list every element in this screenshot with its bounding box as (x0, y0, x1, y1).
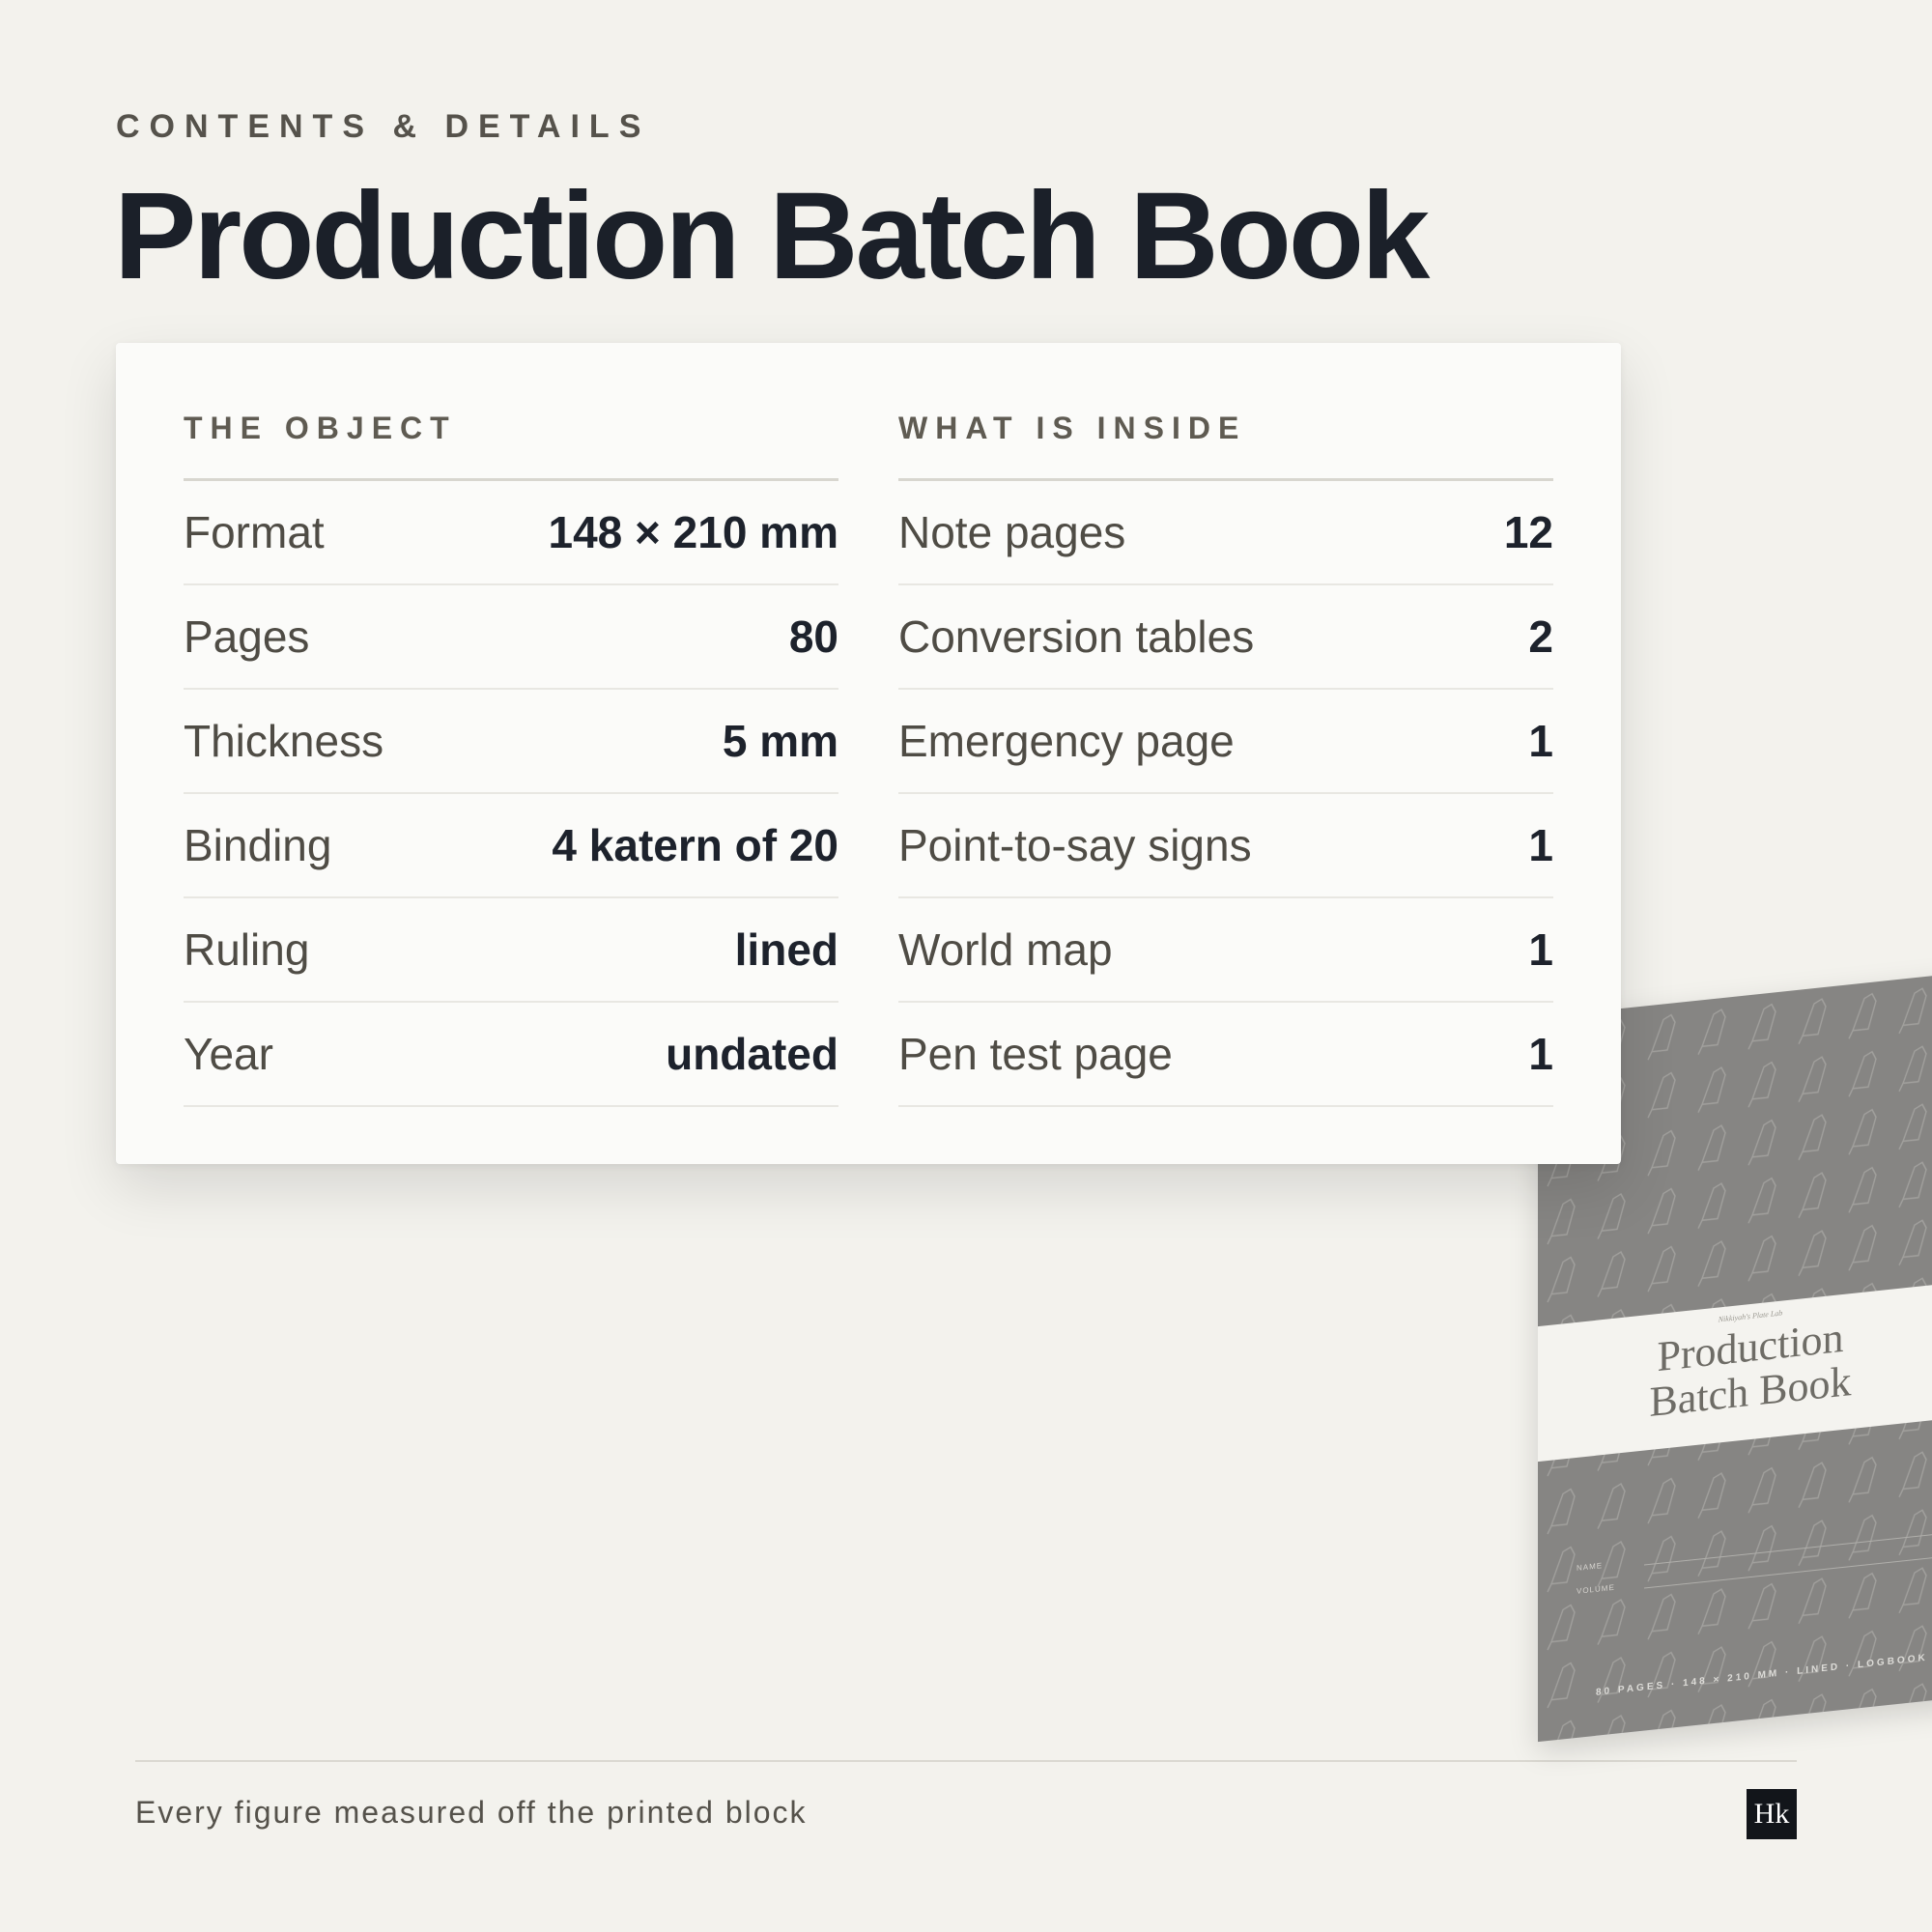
spec-label: Binding (184, 820, 332, 870)
spec-row: Ruling lined (184, 898, 838, 1003)
page-eyebrow: CONTENTS & DETAILS (116, 108, 651, 145)
spec-row: Thickness 5 mm (184, 690, 838, 794)
footer-divider (135, 1760, 1797, 1762)
spec-value: lined (734, 924, 838, 975)
content-label: Note pages (898, 507, 1126, 557)
spec-row: Year undated (184, 1003, 838, 1107)
spec-label: Ruling (184, 924, 310, 975)
inside-heading: WHAT IS INSIDE (898, 411, 1553, 481)
brand-logo: Hk (1747, 1789, 1797, 1839)
spec-label: Pages (184, 611, 310, 662)
spec-value: 4 katern of 20 (552, 820, 838, 870)
content-row: World map 1 (898, 898, 1553, 1003)
content-row: Pen test page 1 (898, 1003, 1553, 1107)
content-row: Conversion tables 2 (898, 585, 1553, 690)
content-count: 2 (1528, 611, 1553, 662)
content-count: 1 (1528, 716, 1553, 766)
details-card: THE OBJECT Format 148 × 210 mm Pages 80 … (116, 343, 1621, 1164)
content-label: Pen test page (898, 1029, 1173, 1079)
spec-value: 148 × 210 mm (548, 507, 838, 557)
content-count: 1 (1528, 1029, 1553, 1079)
content-label: Conversion tables (898, 611, 1255, 662)
content-row: Emergency page 1 (898, 690, 1553, 794)
spec-value: 80 (788, 611, 838, 662)
object-column: THE OBJECT Format 148 × 210 mm Pages 80 … (184, 411, 838, 1107)
content-label: Point-to-say signs (898, 820, 1252, 870)
content-label: World map (898, 924, 1113, 975)
cover-title: Production Batch Book (1538, 1303, 1932, 1436)
page-title: Production Batch Book (114, 167, 1430, 305)
content-count: 1 (1528, 924, 1553, 975)
content-label: Emergency page (898, 716, 1235, 766)
spec-row: Format 148 × 210 mm (184, 481, 838, 585)
spec-value: undated (666, 1029, 838, 1079)
spec-row: Pages 80 (184, 585, 838, 690)
object-heading: THE OBJECT (184, 411, 838, 481)
spec-label: Year (184, 1029, 273, 1079)
content-count: 1 (1528, 820, 1553, 870)
footer-note: Every figure measured off the printed bl… (135, 1795, 808, 1830)
spec-row: Binding 4 katern of 20 (184, 794, 838, 898)
content-row: Point-to-say signs 1 (898, 794, 1553, 898)
content-row: Note pages 12 (898, 481, 1553, 585)
spec-value: 5 mm (722, 716, 838, 766)
spec-label: Format (184, 507, 325, 557)
inside-column: WHAT IS INSIDE Note pages 12 Conversion … (898, 411, 1553, 1107)
content-count: 12 (1503, 507, 1553, 557)
spec-label: Thickness (184, 716, 384, 766)
